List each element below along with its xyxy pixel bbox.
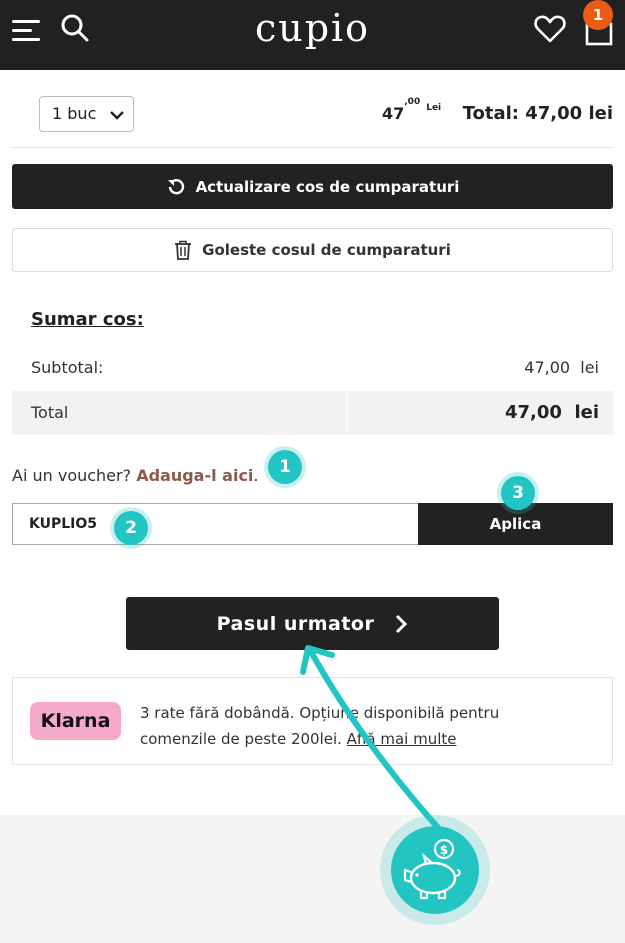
wishlist-heart-icon[interactable]: [534, 14, 566, 44]
voucher-prompt: Ai un voucher? Adauga-l aici.: [12, 466, 259, 485]
piggy-bank-badge: $: [391, 826, 479, 914]
subtotal-label: Subtotal:: [31, 358, 104, 377]
next-step-button[interactable]: Pasul urmator: [126, 597, 499, 650]
price-currency: Lei: [426, 103, 442, 113]
total-row-separator: [346, 391, 347, 435]
summary-title: Sumar cos:: [31, 309, 144, 330]
row-total: Total: 47,00 lei: [462, 103, 613, 124]
voucher-link-suffix: .: [253, 466, 259, 485]
klarna-logo: Klarna: [30, 702, 121, 740]
price-decimals: ,00: [404, 96, 421, 107]
brand-logo[interactable]: cupio: [0, 6, 625, 50]
piggy-bank-icon: $: [403, 838, 461, 900]
klarna-learn-more-link[interactable]: Află mai multe: [347, 730, 457, 748]
empty-cart-button[interactable]: Goleste cosul de cumparaturi: [12, 228, 613, 272]
chevron-down-icon: [110, 111, 124, 120]
step-marker-3: 3: [501, 476, 535, 510]
voucher-code-input[interactable]: KUPLIO5: [12, 503, 418, 545]
empty-cart-label: Goleste cosul de cumparaturi: [202, 241, 451, 259]
quantity-value: 1 buc: [52, 104, 97, 123]
add-voucher-link[interactable]: Adauga-l aici: [136, 466, 253, 485]
update-cart-button[interactable]: Actualizare cos de cumparaturi: [12, 164, 613, 209]
trash-icon: [175, 240, 192, 260]
step-marker-1: 1: [268, 450, 302, 484]
svg-text:$: $: [440, 843, 448, 857]
total-value: 47,00 lei: [504, 402, 599, 423]
total-label: Total: [31, 403, 69, 422]
cart-count-badge: 1: [583, 0, 613, 30]
unit-price: 47,00 Lei: [382, 97, 442, 123]
step-marker-2: 2: [114, 511, 148, 545]
subtotal-value: 47,00 lei: [524, 358, 599, 377]
next-step-label: Pasul urmator: [216, 612, 375, 635]
quantity-select[interactable]: 1 buc: [39, 96, 134, 132]
divider: [12, 147, 613, 148]
update-cart-label: Actualizare cos de cumparaturi: [195, 177, 460, 196]
klarna-info-text: 3 rate fără dobândă. Opțiune disponibilă…: [140, 700, 580, 752]
refresh-icon: [167, 178, 184, 194]
price-integer: 47: [382, 104, 405, 123]
chevron-right-icon: [396, 614, 408, 633]
voucher-question: Ai un voucher?: [12, 466, 137, 485]
footer-area: [0, 815, 625, 943]
